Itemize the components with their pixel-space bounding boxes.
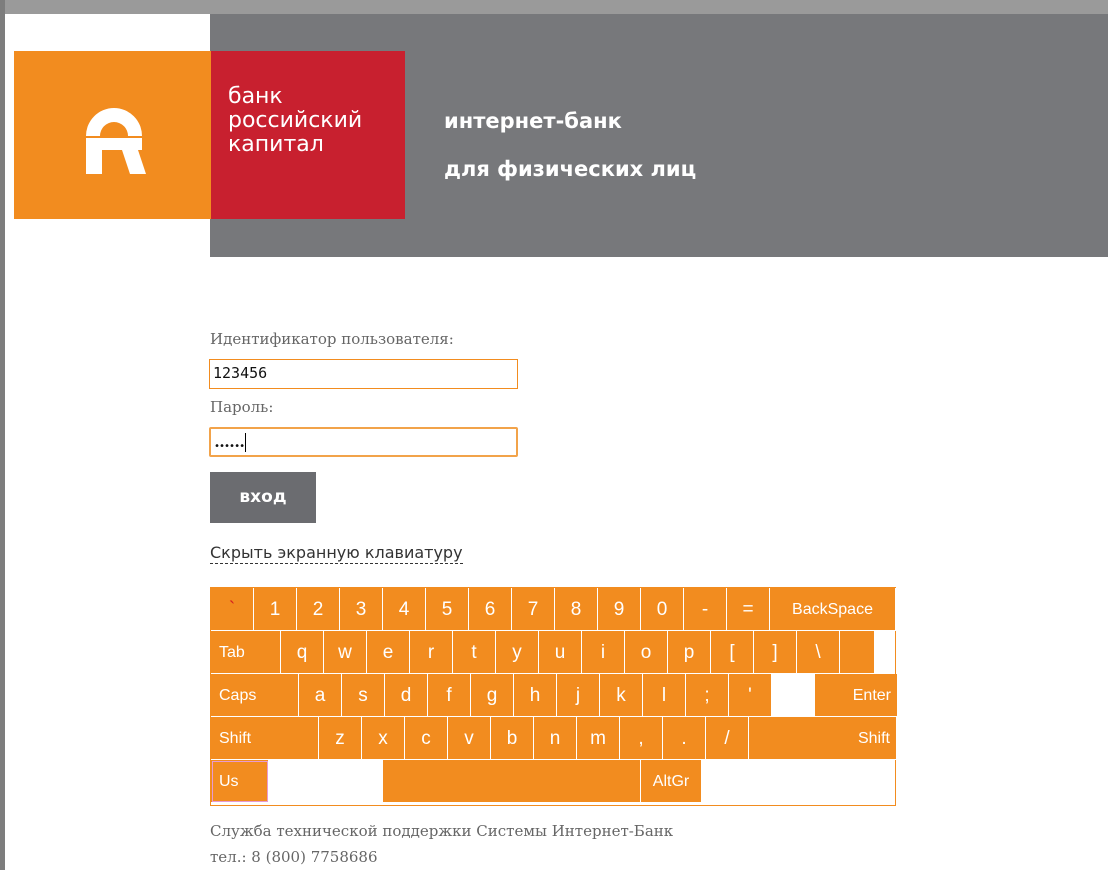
keyboard-key[interactable]: Tab bbox=[211, 631, 281, 674]
keyboard-key[interactable]: 9 bbox=[598, 588, 641, 631]
keyboard-key[interactable]: 2 bbox=[297, 588, 340, 631]
keyboard-key[interactable]: j bbox=[557, 674, 600, 717]
password-label: Пароль: bbox=[210, 398, 274, 416]
keyboard-key[interactable]: Caps bbox=[211, 674, 299, 717]
keyboard-key[interactable]: y bbox=[496, 631, 539, 674]
hide-keyboard-link[interactable]: Скрыть экранную клавиатуру bbox=[210, 543, 463, 564]
bank-name: банк российский капитал bbox=[228, 85, 362, 157]
keyboard-key[interactable]: m bbox=[577, 717, 620, 760]
keyboard-key[interactable]: 6 bbox=[469, 588, 512, 631]
keyboard-key[interactable]: h bbox=[514, 674, 557, 717]
keyboard-key[interactable]: - bbox=[684, 588, 727, 631]
bank-logo-icon bbox=[86, 108, 146, 174]
keyboard-key[interactable]: s bbox=[342, 674, 385, 717]
keyboard-key[interactable]: l bbox=[643, 674, 686, 717]
bank-name-line: капитал bbox=[228, 132, 324, 157]
keyboard-key[interactable]: [ bbox=[711, 631, 754, 674]
keyboard-key[interactable] bbox=[772, 674, 815, 717]
text-caret bbox=[245, 433, 247, 452]
user-id-value: 123456 bbox=[213, 364, 268, 382]
keyboard-key[interactable]: a bbox=[299, 674, 342, 717]
keyboard-key[interactable]: Shift bbox=[211, 717, 319, 760]
keyboard-key[interactable]: r bbox=[410, 631, 453, 674]
support-phone: тел.: 8 (800) 7758686 bbox=[210, 848, 378, 866]
onscreen-keyboard: ` 1 2 3 4 5 6 7 8 9 0- = BackSpace Tab q w e r t y u i o p[] \ Ca… bbox=[210, 587, 898, 806]
keyboard-key[interactable] bbox=[269, 760, 383, 803]
user-id-label: Идентификатор пользователя: bbox=[210, 330, 454, 348]
keyboard-key[interactable]: Us bbox=[211, 760, 269, 803]
keyboard-key[interactable]: c bbox=[405, 717, 448, 760]
keyboard-key[interactable]: g bbox=[471, 674, 514, 717]
keyboard-key[interactable]: k bbox=[600, 674, 643, 717]
keyboard-key[interactable]: 7 bbox=[512, 588, 555, 631]
password-mask: •••••• bbox=[214, 441, 245, 452]
keyboard-key[interactable]: AltGr bbox=[641, 760, 702, 803]
keyboard-key[interactable]: ; bbox=[686, 674, 729, 717]
window-top-border bbox=[0, 0, 1108, 14]
tagline-line: для физических лиц bbox=[444, 157, 697, 181]
keyboard-key[interactable]: u bbox=[539, 631, 582, 674]
keyboard-key[interactable]: BackSpace bbox=[770, 588, 896, 631]
keyboard-key[interactable]: p bbox=[668, 631, 711, 674]
keyboard-key[interactable]: \ bbox=[797, 631, 840, 674]
keyboard-key[interactable]: e bbox=[367, 631, 410, 674]
user-id-field[interactable]: 123456 bbox=[209, 359, 518, 389]
bank-name-line: российский bbox=[228, 108, 363, 133]
keyboard-key[interactable]: o bbox=[625, 631, 668, 674]
keyboard-key[interactable]: 3 bbox=[340, 588, 383, 631]
tagline-line: интернет-банк bbox=[444, 109, 622, 133]
keyboard-key[interactable]: . bbox=[663, 717, 706, 760]
keyboard-key[interactable]: Enter bbox=[815, 674, 898, 717]
keyboard-key[interactable]: t bbox=[453, 631, 496, 674]
password-field[interactable]: •••••• bbox=[209, 427, 518, 457]
keyboard-key[interactable]: d bbox=[385, 674, 428, 717]
keyboard-key[interactable]: 8 bbox=[555, 588, 598, 631]
keyboard-key[interactable]: Shift bbox=[749, 717, 897, 760]
keyboard-key[interactable]: ] bbox=[754, 631, 797, 674]
keyboard-key[interactable]: 0 bbox=[641, 588, 684, 631]
keyboard-key[interactable]: v bbox=[448, 717, 491, 760]
keyboard-key[interactable]: n bbox=[534, 717, 577, 760]
login-button[interactable]: вход bbox=[210, 472, 316, 523]
keyboard-key[interactable]: 1 bbox=[254, 588, 297, 631]
keyboard-key[interactable]: b bbox=[491, 717, 534, 760]
service-tagline: интернет-банк для физических лиц bbox=[444, 97, 696, 193]
keyboard-key[interactable] bbox=[702, 760, 895, 803]
keyboard-key[interactable]: z bbox=[319, 717, 362, 760]
keyboard-key[interactable]: / bbox=[706, 717, 749, 760]
keyboard-key[interactable]: q bbox=[281, 631, 324, 674]
support-info: Служба технической поддержки Системы Инт… bbox=[210, 818, 673, 870]
keyboard-key[interactable]: , bbox=[620, 717, 663, 760]
keyboard-key[interactable]: i bbox=[582, 631, 625, 674]
keyboard-key[interactable]: ` bbox=[211, 588, 254, 631]
keyboard-key[interactable]: x bbox=[362, 717, 405, 760]
keyboard-key[interactable]: 4 bbox=[383, 588, 426, 631]
keyboard-key[interactable] bbox=[840, 631, 875, 674]
keyboard-key[interactable]: ' bbox=[729, 674, 772, 717]
keyboard-key[interactable]: f bbox=[428, 674, 471, 717]
keyboard-key[interactable]: 5 bbox=[426, 588, 469, 631]
keyboard-key[interactable]: = bbox=[727, 588, 770, 631]
keyboard-key[interactable]: w bbox=[324, 631, 367, 674]
bank-name-line: банк bbox=[228, 84, 283, 109]
keyboard-key[interactable] bbox=[383, 760, 641, 803]
support-title: Служба технической поддержки Системы Инт… bbox=[210, 822, 674, 840]
